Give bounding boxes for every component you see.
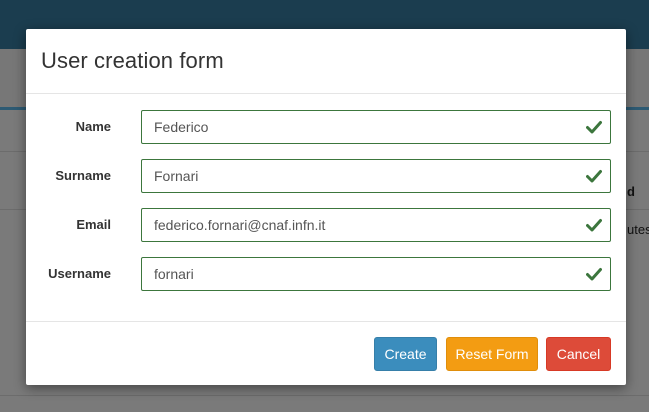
surname-form-row: Surname [26,159,626,193]
check-icon [586,121,602,134]
email-form-row: Email [26,208,626,242]
name-form-row: Name [26,110,626,144]
background-cell-text: utes [627,222,649,237]
username-form-row: Username [26,257,626,291]
username-input-wrapper [141,257,611,291]
cancel-button[interactable]: Cancel [546,337,611,371]
modal-footer: Create Reset Form Cancel [26,322,626,386]
create-button[interactable]: Create [374,337,437,371]
modal-title: User creation form [41,48,224,73]
email-label: Email [76,217,111,232]
background-column-header: d [627,184,635,199]
name-label: Name [75,119,111,134]
surname-label: Surname [55,168,111,183]
surname-input[interactable] [141,159,611,193]
email-input[interactable] [141,208,611,242]
modal-body: Name Surname Email [26,94,626,322]
background-divider [0,395,649,396]
modal-header: User creation form [26,29,626,94]
check-icon [586,170,602,183]
email-input-wrapper [141,208,611,242]
name-input[interactable] [141,110,611,144]
check-icon [586,268,602,281]
check-icon [586,219,602,232]
user-creation-modal: User creation form Name Surname Email [26,29,626,385]
surname-input-wrapper [141,159,611,193]
username-label: Username [48,266,111,281]
name-input-wrapper [141,110,611,144]
username-input[interactable] [141,257,611,291]
reset-form-button[interactable]: Reset Form [446,337,538,371]
